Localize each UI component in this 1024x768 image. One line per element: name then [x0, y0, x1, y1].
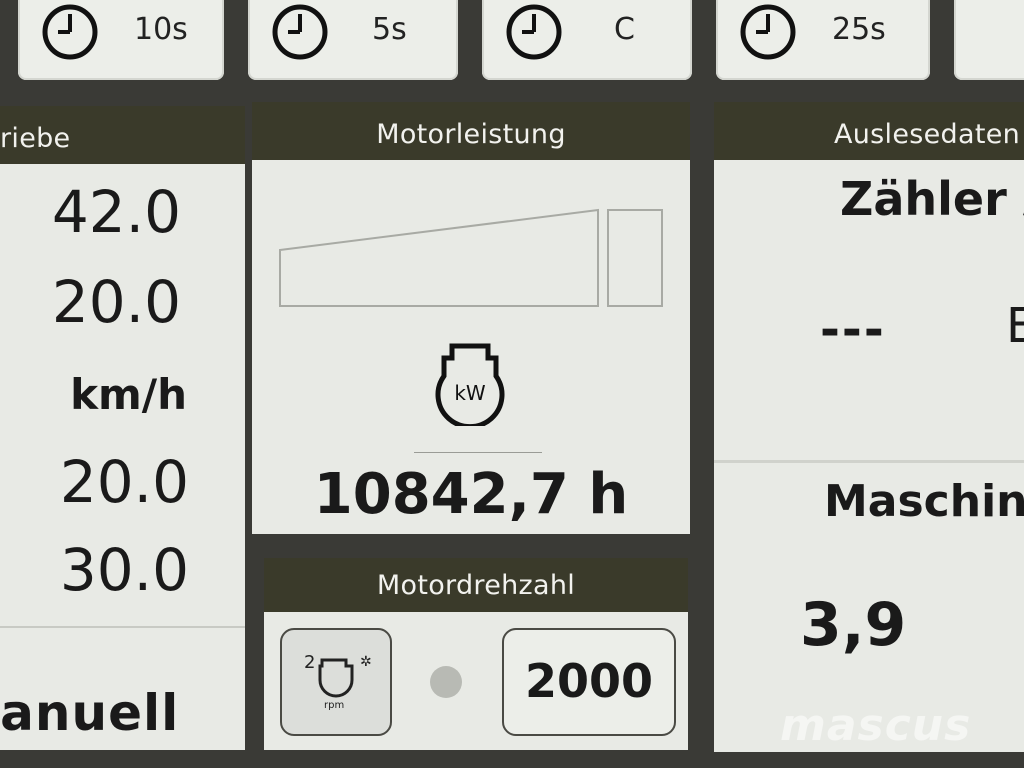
status-indicator-light: [430, 666, 462, 698]
machine-label: Maschin: [824, 476, 1024, 527]
power-gauge: [279, 208, 663, 307]
left-panel-header: riebe: [0, 106, 245, 164]
timer-label: C: [614, 12, 635, 47]
timer-button-4[interactable]: 25s: [716, 0, 930, 80]
timer-label: 10s: [134, 12, 188, 47]
engine-rpm-header: Motordrehzahl: [264, 558, 688, 612]
machine-value: 3,9: [800, 590, 907, 660]
timer-button-5[interactable]: [954, 0, 1024, 80]
hours-divider: [414, 452, 542, 453]
timer-button-3[interactable]: C: [482, 0, 692, 80]
right-divider: [714, 460, 1024, 463]
mode-label[interactable]: lanuell: [0, 684, 179, 742]
timer-button-2[interactable]: 5s: [248, 0, 458, 80]
svg-text:✲: ✲: [360, 654, 372, 670]
left-value-2: 20.0: [51, 268, 181, 336]
counter-value: ---: [820, 302, 886, 358]
timer-label: 5s: [372, 12, 407, 47]
clock-icon: [506, 4, 562, 60]
engine-rpm-panel: Motordrehzahl 2 ✲ rpm 2000: [264, 558, 688, 750]
speed-unit: km/h: [70, 370, 187, 419]
svg-text:rpm: rpm: [324, 700, 344, 711]
rpm-mode-icon: 2 ✲ rpm: [304, 652, 372, 711]
svg-text:2: 2: [304, 652, 315, 673]
partial-glyph: E: [1006, 298, 1024, 354]
clock-icon: [272, 4, 328, 60]
left-panel-title: riebe: [0, 123, 71, 154]
engine-kw-icon: kW: [435, 343, 505, 426]
clock-icon: [42, 4, 98, 60]
right-panel-header: Auslesedaten: [714, 102, 1024, 160]
rpm-value: 2000: [524, 654, 654, 708]
rpm-mode-button[interactable]: 2 ✲ rpm: [280, 628, 392, 736]
left-value-3: 20.0: [59, 448, 189, 516]
engine-power-title: Motorleistung: [376, 119, 566, 150]
engine-power-header: Motorleistung: [252, 102, 690, 160]
left-value-4: 30.0: [59, 536, 189, 604]
timer-button-1[interactable]: 10s: [18, 0, 224, 80]
engine-power-panel: Motorleistung kW 10842,7 h: [252, 102, 690, 534]
watermark-text: mascus: [780, 700, 972, 751]
counter-label: Zähler A: [840, 172, 1024, 226]
left-panel: riebe 42.0 20.0 km/h 20.0 30.0 lanuell: [0, 106, 245, 750]
engine-hours: 10842,7 h: [313, 462, 629, 527]
svg-text:kW: kW: [454, 381, 486, 405]
right-panel-title: Auslesedaten: [834, 119, 1021, 150]
left-divider: [0, 626, 245, 628]
rpm-value-button[interactable]: 2000: [502, 628, 676, 736]
clock-icon: [740, 4, 796, 60]
right-panel: Auslesedaten Zähler A --- E Maschin 3,9: [714, 102, 1024, 752]
timer-label: 25s: [832, 12, 886, 47]
engine-rpm-title: Motordrehzahl: [376, 570, 576, 601]
left-value-1: 42.0: [51, 178, 181, 246]
